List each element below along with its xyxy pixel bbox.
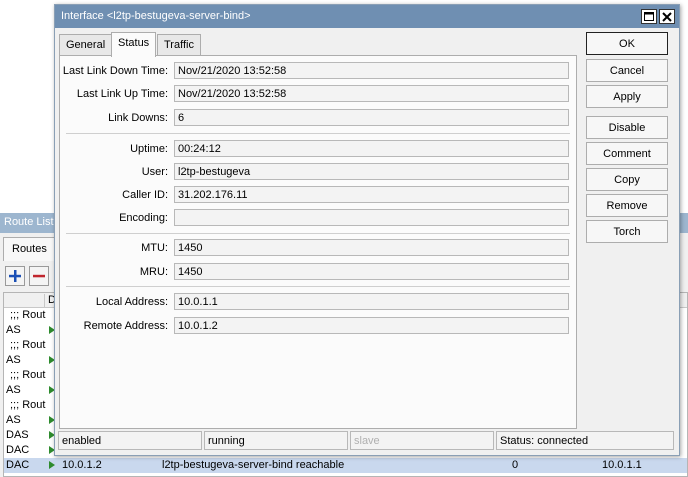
mtu-field[interactable]: 1450 (174, 239, 569, 256)
tab-status[interactable]: Status (111, 32, 157, 57)
minus-icon (33, 274, 45, 278)
add-route-button[interactable] (5, 266, 25, 286)
local-address-field[interactable]: 10.0.1.1 (174, 293, 569, 310)
route-flag: DAC (6, 444, 30, 456)
last-link-down-time-field[interactable]: Nov/21/2020 13:52:58 (174, 62, 569, 79)
dialog-statusbar: enabled running slave Status: connected (58, 431, 676, 450)
route-dst-address: 10.0.1.2 (62, 459, 102, 471)
route-flag: DAS (6, 429, 29, 441)
route-flag: AS (6, 384, 21, 396)
last-link-up-time-label: Last Link Up Time: (76, 88, 168, 100)
torch-button[interactable]: Torch (586, 220, 668, 243)
separator (66, 233, 570, 234)
caller-id-field[interactable]: 31.202.176.11 (174, 186, 569, 203)
local-address-label: Local Address: (95, 296, 168, 308)
comment-button[interactable]: Comment (586, 142, 668, 165)
user-label: User: (141, 166, 168, 178)
route-flag: AS (6, 414, 21, 426)
disable-button[interactable]: Disable (586, 116, 668, 139)
apply-button[interactable]: Apply (586, 85, 668, 108)
separator (66, 133, 570, 134)
remote-address-label: Remote Address: (83, 320, 168, 332)
tab-general[interactable]: General (59, 34, 113, 56)
maximize-icon (644, 12, 654, 21)
route-pref-source: 10.0.1.1 (602, 459, 642, 471)
interface-dialog: Interface <l2tp-bestugeva-server-bind> G… (54, 4, 680, 456)
route-distance: 0 (512, 459, 519, 471)
mru-field[interactable]: 1450 (174, 263, 569, 280)
uptime-label: Uptime: (130, 143, 168, 155)
caller-id-label: Caller ID: (122, 189, 168, 201)
maximize-button[interactable] (641, 9, 657, 24)
route-comment: ;;; Rout (10, 399, 46, 411)
running-status: running (204, 431, 348, 450)
copy-button[interactable]: Copy (586, 168, 668, 191)
route-flag: AS (6, 354, 21, 366)
slave-status: slave (350, 431, 494, 450)
link-downs-field[interactable]: 6 (174, 109, 569, 126)
enabled-status: enabled (58, 431, 202, 450)
connection-status: Status: connected (496, 431, 674, 450)
tab-traffic[interactable]: Traffic (157, 34, 201, 56)
dialog-title: Interface <l2tp-bestugeva-server-bind> (61, 10, 251, 22)
tab-routes[interactable]: Routes (3, 237, 56, 261)
remote-address-field[interactable]: 10.0.1.2 (174, 317, 569, 334)
remove-button[interactable]: Remove (586, 194, 668, 217)
last-link-up-time-field[interactable]: Nov/21/2020 13:52:58 (174, 85, 569, 102)
separator (66, 286, 570, 287)
encoding-field[interactable] (174, 209, 569, 226)
status-panel: Last Link Down Time: Nov/21/2020 13:52:5… (59, 55, 577, 429)
route-gateway: l2tp-bestugeva-server-bind reachable (162, 459, 345, 471)
active-arrow-icon (49, 461, 55, 469)
link-downs-label: Link Downs: (108, 112, 168, 124)
cancel-button[interactable]: Cancel (586, 59, 668, 82)
mtu-label: MTU: (141, 242, 168, 254)
close-icon (662, 11, 672, 22)
route-comment: ;;; Rout (10, 339, 46, 351)
last-link-down-time-label: Last Link Down Time: (62, 65, 168, 77)
remove-route-button[interactable] (29, 266, 49, 286)
encoding-label: Encoding: (119, 212, 168, 224)
dialog-titlebar[interactable]: Interface <l2tp-bestugeva-server-bind> (55, 5, 679, 28)
uptime-field[interactable]: 00:24:12 (174, 140, 569, 157)
plus-icon (9, 270, 21, 282)
mru-label: MRU: (139, 266, 168, 278)
table-row-selected[interactable]: DAC 10.0.1.2 l2tp-bestugeva-server-bind … (4, 458, 687, 473)
route-flag: DAC (6, 459, 30, 471)
route-comment: ;;; Rout (10, 309, 46, 321)
route-comment: ;;; Rout (10, 369, 46, 381)
ok-button[interactable]: OK (586, 32, 668, 55)
route-flag: AS (6, 324, 21, 336)
close-button[interactable] (659, 9, 675, 24)
user-field[interactable]: l2tp-bestugeva (174, 163, 569, 180)
